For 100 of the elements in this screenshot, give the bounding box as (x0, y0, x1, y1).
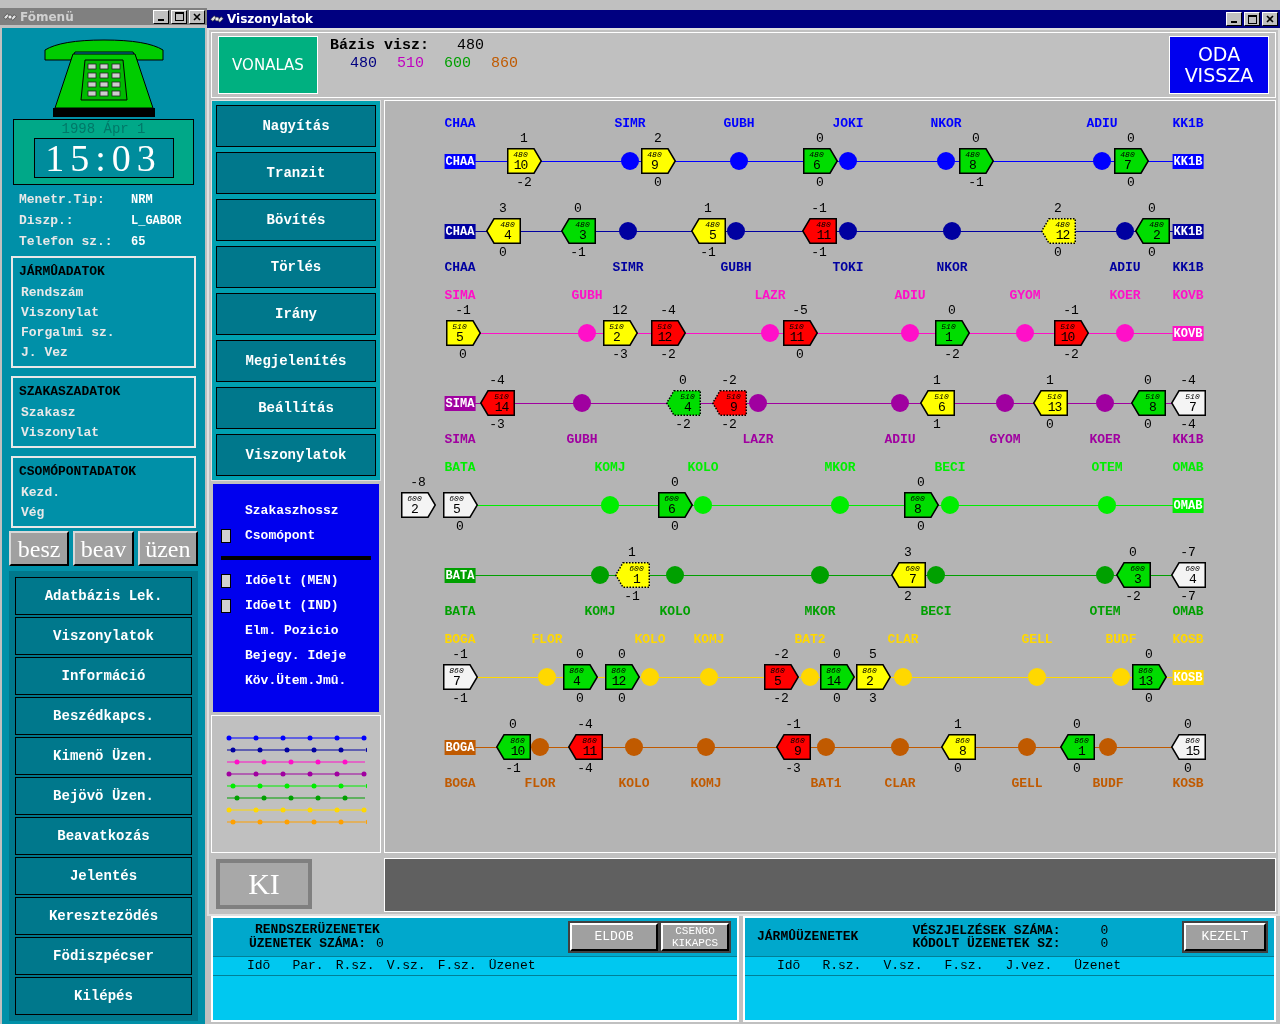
terminal-tag[interactable]: KOVB (1172, 326, 1204, 341)
vehicle-marker[interactable]: 480 12 (1041, 218, 1076, 244)
tool-button[interactable]: Bövítés (216, 199, 376, 241)
menu-button[interactable]: Adatbázis Lek. (15, 577, 192, 615)
direction-button[interactable]: ODA VISSZA (1169, 36, 1269, 94)
vehicle-marker[interactable]: 860 9 (776, 734, 811, 760)
vehicle-marker[interactable]: 480 7 (1114, 148, 1149, 174)
terminal-tag[interactable]: BATA (444, 568, 476, 583)
deviation-value: -1 (452, 692, 468, 706)
maximize-button[interactable] (171, 9, 187, 24)
vehicle-marker[interactable]: 480 9 (641, 148, 676, 174)
close-button[interactable] (1262, 12, 1278, 26)
vehicle-marker[interactable]: 510 1 (935, 320, 970, 346)
vehicle-marker[interactable]: 860 7 (443, 664, 478, 690)
menu-button[interactable]: Beszédkapcs. (15, 697, 192, 735)
deviation-value: 0 (1148, 246, 1156, 260)
vehicle-marker[interactable]: 860 2 (856, 664, 891, 690)
vehicle-marker[interactable]: 480 6 (803, 148, 838, 174)
deviation-value: 0 (917, 520, 925, 534)
vehicle-marker[interactable]: 860 4 (563, 664, 598, 690)
tool-button[interactable]: Törlés (216, 246, 376, 288)
route-number[interactable]: 510 (397, 55, 425, 73)
menu-button[interactable]: Beavatkozás (15, 817, 192, 855)
vehicle-marker[interactable]: 860 5 (764, 664, 799, 690)
menu-button[interactable]: Kilépés (15, 977, 192, 1015)
vehicle-marker[interactable]: 600 8 (904, 492, 939, 518)
vehicle-marker[interactable]: 860 14 (820, 664, 855, 690)
vehicle-marker[interactable]: 600 1 (615, 562, 650, 588)
deviation-value: 0 (948, 304, 956, 318)
close-icon (1266, 15, 1274, 23)
vehicle-marker[interactable]: 600 6 (658, 492, 693, 518)
stop-label: CHAA (444, 261, 476, 275)
terminal-tag[interactable]: SIMA (444, 396, 476, 411)
vehicle-marker[interactable]: 510 11 (783, 320, 818, 346)
deviation-value: 0 (1127, 176, 1135, 190)
tool-button[interactable]: Beállítás (216, 387, 376, 429)
vehicle-marker[interactable]: 600 5 (443, 492, 478, 518)
view-mode-button[interactable]: VONALAS (218, 36, 318, 94)
vehicle-marker[interactable]: 860 1 (1060, 734, 1095, 760)
vehicle-marker[interactable]: 600 2 (401, 492, 436, 518)
vehicle-marker[interactable]: 600 4 (1171, 562, 1206, 588)
vehicle-marker[interactable]: 510 6 (920, 390, 955, 416)
minimize-button[interactable] (153, 9, 169, 24)
vehicle-marker[interactable]: 860 8 (941, 734, 976, 760)
vehicle-marker[interactable]: 510 2 (603, 320, 638, 346)
tool-button[interactable]: Tranzit (216, 152, 376, 194)
minimize-button[interactable] (1226, 12, 1242, 26)
route-number[interactable]: 480 (350, 55, 377, 73)
deviation-value: 0 (1073, 762, 1081, 776)
vehicle-marker[interactable]: 510 12 (651, 320, 686, 346)
vehicle-marker[interactable]: 510 4 (666, 390, 701, 416)
vehicle-marker[interactable]: 860 11 (568, 734, 603, 760)
vehicle-marker[interactable]: 510 14 (480, 390, 515, 416)
vehicle-marker[interactable]: 600 3 (1116, 562, 1151, 588)
vehicle-marker[interactable]: 510 10 (1054, 320, 1089, 346)
vehicle-marker[interactable]: 480 5 (691, 218, 726, 244)
vehicle-marker[interactable]: 600 7 (891, 562, 926, 588)
vehicle-marker[interactable]: 480 10 (507, 148, 542, 174)
deviation-value: 1 (704, 202, 712, 216)
vehicle-marker[interactable]: 860 12 (605, 664, 640, 690)
option-checkbox[interactable] (221, 598, 231, 613)
vehicle-marker[interactable]: 480 4 (486, 218, 521, 244)
terminal-tag[interactable]: KK1B (1172, 154, 1204, 169)
option-checkbox[interactable] (221, 528, 231, 543)
maximize-button[interactable] (1244, 12, 1260, 26)
deviation-value: 0 (1046, 418, 1054, 432)
menu-button[interactable]: Információ (15, 657, 192, 695)
tool-button[interactable]: Viszonylatok (216, 434, 376, 476)
vehicle-marker[interactable]: 510 8 (1131, 390, 1166, 416)
tool-button[interactable]: Irány (216, 293, 376, 335)
menu-button[interactable]: Kimenö Üzen. (15, 737, 192, 775)
column-header: R.sz. (335, 957, 375, 976)
menu-button[interactable]: Keresztezödés (15, 897, 192, 935)
stop-label: CLAR (887, 633, 919, 647)
menu-button[interactable]: Jelentés (15, 857, 192, 895)
vehicle-marker[interactable]: 480 3 (561, 218, 596, 244)
terminal-tag[interactable]: KK1B (1172, 224, 1204, 239)
vehicle-marker[interactable]: 860 10 (496, 734, 531, 760)
tool-button[interactable]: Nagyítás (216, 105, 376, 147)
vehicle-marker[interactable]: 510 5 (446, 320, 481, 346)
terminal-tag[interactable]: CHAA (444, 224, 476, 239)
menu-button[interactable]: Födiszpécser (15, 937, 192, 975)
vehicle-marker[interactable]: 860 13 (1132, 664, 1167, 690)
stop-label: MKOR (804, 605, 836, 619)
vehicle-marker[interactable]: 510 13 (1033, 390, 1068, 416)
option-checkbox[interactable] (221, 573, 231, 588)
terminal-tag[interactable]: CHAA (444, 154, 476, 169)
vehicle-marker[interactable]: 510 9 (712, 390, 747, 416)
terminal-tag[interactable]: BOGA (444, 740, 476, 755)
stop-label: SIMR (612, 261, 644, 275)
stop-label: JOKI (832, 117, 864, 131)
tool-button[interactable]: Megjelenítés (216, 340, 376, 382)
vehicle-marker[interactable]: 480 2 (1135, 218, 1170, 244)
vehicle-marker[interactable]: 480 8 (959, 148, 994, 174)
close-button[interactable] (189, 9, 205, 24)
vehicle-marker[interactable]: 510 7 (1171, 390, 1206, 416)
menu-button[interactable]: Bejövö Üzen. (15, 777, 192, 815)
menu-button[interactable]: Viszonylatok (15, 617, 192, 655)
vehicle-marker[interactable]: 860 15 (1171, 734, 1206, 760)
vehicle-marker[interactable]: 480 11 (802, 218, 837, 244)
